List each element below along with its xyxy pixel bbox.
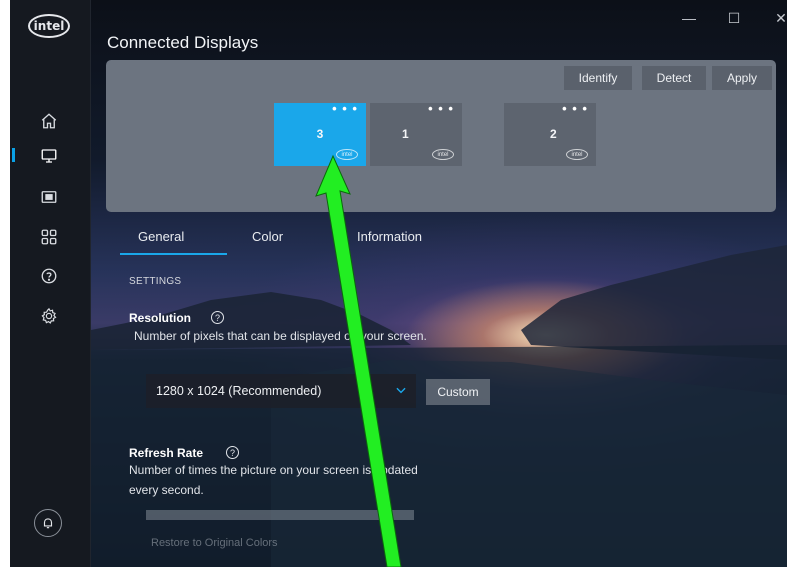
minimize-button[interactable]: —: [679, 10, 699, 26]
app-window: intel — ☐ ✕ Connected Displays Identify …: [10, 0, 787, 567]
refresh-rate-help-icon[interactable]: ?: [226, 446, 239, 459]
main-content: — ☐ ✕ Connected Displays Identify Detect…: [91, 0, 787, 567]
display-menu-icon[interactable]: • • •: [428, 101, 454, 116]
tab-general[interactable]: General: [138, 229, 184, 244]
custom-resolution-button[interactable]: Custom: [426, 379, 490, 405]
video-icon[interactable]: [38, 186, 60, 208]
maximize-button[interactable]: ☐: [724, 10, 744, 27]
refresh-rate-label: Refresh Rate: [129, 446, 204, 460]
display-number: 2: [550, 127, 557, 141]
page-title: Connected Displays: [107, 33, 259, 52]
display-number: 3: [316, 127, 324, 141]
sidebar: intel: [10, 0, 91, 567]
chevron-down-icon: [396, 387, 406, 394]
intel-mini-logo: intel: [336, 149, 358, 160]
display-menu-icon[interactable]: • • •: [562, 101, 588, 116]
tab-information[interactable]: Information: [357, 229, 422, 244]
intel-mini-logo: intel: [432, 149, 454, 160]
display-tile-3[interactable]: • • • 3 intel: [274, 101, 366, 166]
display-menu-icon[interactable]: • • •: [332, 101, 358, 116]
resolution-help-icon[interactable]: ?: [211, 311, 224, 324]
resolution-select[interactable]: 1280 x 1024 (Recommended): [146, 374, 416, 408]
restore-original-colors-link[interactable]: Restore to Original Colors: [151, 537, 278, 549]
refresh-rate-bar[interactable]: [146, 510, 414, 520]
help-icon[interactable]: [38, 265, 60, 287]
apply-button[interactable]: Apply: [712, 66, 772, 90]
tab-color[interactable]: Color: [252, 229, 283, 244]
notification-bell-icon[interactable]: [34, 509, 62, 537]
display-tile-1[interactable]: • • • 1 intel: [370, 101, 462, 166]
apps-icon[interactable]: [38, 226, 60, 248]
active-tab-indicator: [120, 253, 227, 255]
refresh-rate-description-line1: Number of times the picture on your scre…: [129, 463, 418, 477]
close-button[interactable]: ✕: [771, 10, 787, 27]
displays-panel: Identify Detect Apply • • • 3 intel • • …: [106, 60, 776, 212]
display-number: 1: [402, 127, 409, 141]
display-tile-2[interactable]: • • • 2 intel: [504, 101, 596, 166]
intel-mini-logo: intel: [566, 149, 588, 160]
refresh-rate-description-line2: every second.: [129, 483, 204, 497]
gear-icon[interactable]: [38, 305, 60, 327]
detect-button[interactable]: Detect: [642, 66, 706, 90]
resolution-label: Resolution: [129, 311, 191, 325]
settings-heading: SETTINGS: [129, 276, 182, 287]
resolution-description: Number of pixels that can be displayed o…: [134, 329, 427, 343]
active-indicator: [12, 148, 15, 162]
resolution-value: 1280 x 1024 (Recommended): [156, 384, 322, 398]
identify-button[interactable]: Identify: [564, 66, 632, 90]
display-icon[interactable]: [38, 145, 60, 167]
intel-logo: intel: [28, 14, 70, 38]
home-icon[interactable]: [38, 110, 60, 132]
